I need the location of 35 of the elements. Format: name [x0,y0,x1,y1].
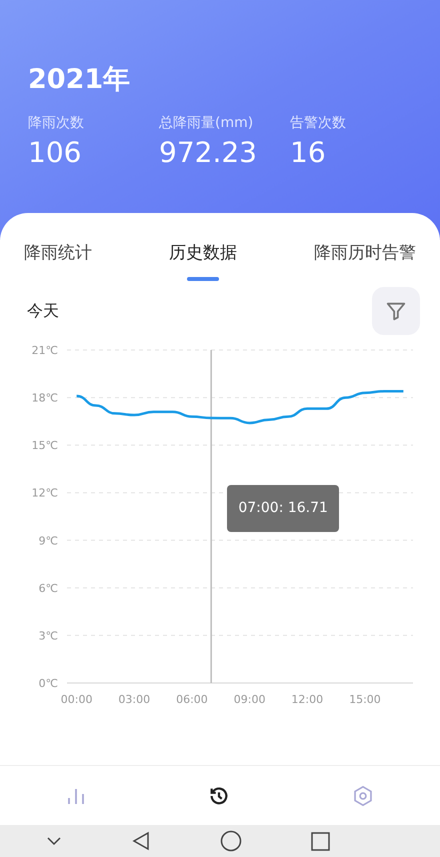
tab[interactable]: 降雨历时告警 [304,241,426,281]
chevron-down-icon[interactable] [46,836,62,846]
history-icon [208,784,230,806]
filter-icon [385,300,407,322]
date-label: 今天 [27,300,59,322]
stat-label: 告警次数 [290,114,346,133]
year-title: 2021年 [28,63,132,97]
tab[interactable]: 降雨统计 [14,241,102,281]
filter-button[interactable] [372,287,420,335]
stat-label: 降雨次数 [28,114,85,133]
stat-value: 106 [28,135,82,171]
stat-value: 972.23 [159,135,258,171]
back-icon[interactable] [131,831,151,851]
x-axis-label: 15:00 [349,693,381,706]
home-icon[interactable] [220,830,242,852]
recents-icon[interactable] [311,832,330,850]
stat-value: 16 [290,135,327,171]
y-axis-label: 3℃ [38,629,58,642]
x-axis-label: 12:00 [291,693,324,706]
y-axis-label: 0℃ [38,677,58,690]
x-axis-label: 06:00 [176,693,208,706]
tab[interactable]: 历史数据 [159,241,247,281]
y-axis-label: 9℃ [38,534,58,548]
tooltip: 07:00: 16.71 [227,485,340,532]
x-axis-label: 00:00 [60,693,92,706]
stat-label: 总降雨量(mm) [159,114,254,133]
y-axis-label: 6℃ [38,582,58,595]
y-axis-label: 12℃ [32,486,58,500]
tab-indicator [187,277,219,281]
x-axis-label: 03:00 [118,693,150,706]
settings-icon [352,784,374,806]
y-axis-label: 15℃ [32,439,58,452]
y-axis-label: 21℃ [32,344,58,357]
x-axis-label: 09:00 [234,693,266,706]
y-axis-label: 18℃ [32,392,58,405]
